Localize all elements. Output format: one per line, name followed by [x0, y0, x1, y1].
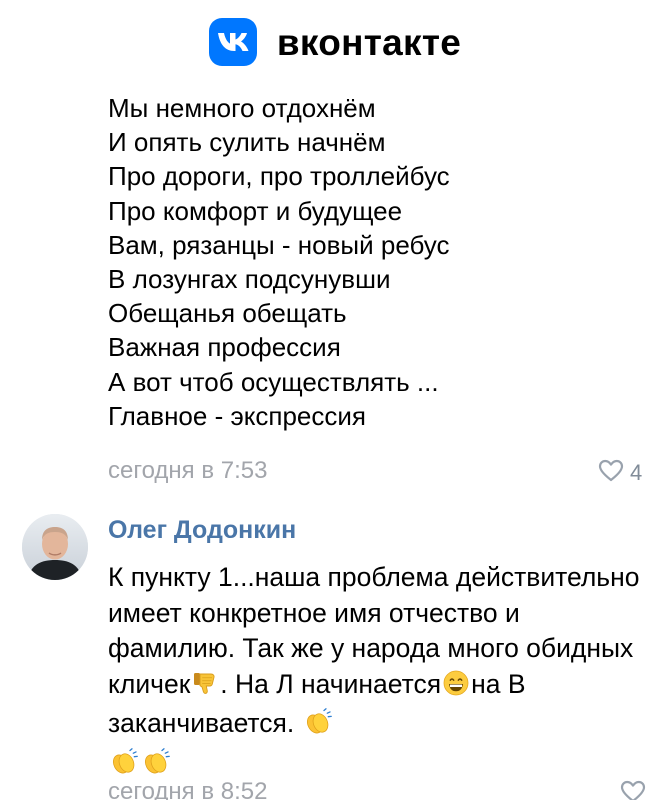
- heart-icon: [598, 459, 624, 487]
- heart-icon: [620, 780, 646, 800]
- thumbs-down-icon: [191, 669, 219, 707]
- comment-line: И опять сулить начнём: [108, 127, 386, 158]
- comment-line: Важная профессия: [108, 332, 341, 363]
- comment-line: Про комфорт и будущее: [108, 195, 403, 226]
- comment-line: А вот чтоб осуществлять ...: [108, 366, 439, 397]
- like-button[interactable]: [620, 780, 646, 800]
- comment-timestamp[interactable]: сегодня в 8:52: [108, 778, 267, 800]
- comment-line: Вам, рязанцы - новый ребус: [108, 229, 450, 260]
- comment-author-link[interactable]: Олег Додонкин: [108, 516, 296, 545]
- comment-line: В лозунгах подсунувши: [108, 264, 391, 295]
- comment-text: К пункту 1...наша проблема действительно…: [108, 560, 653, 785]
- clapping-hands-icon: [303, 708, 333, 746]
- comment-line: Про дороги, про троллейбус: [108, 161, 450, 192]
- comment-text-part: . На Л начинается: [220, 668, 442, 699]
- brand-name: вконтакте: [276, 21, 462, 63]
- header: вконтакте: [0, 12, 670, 72]
- like-button[interactable]: 4: [598, 459, 643, 487]
- comment-line: Мы немного отдохнём: [108, 93, 376, 123]
- like-count: 4: [630, 460, 643, 485]
- grinning-face-icon: [442, 669, 470, 707]
- comment-text: Мы немного отдохнём И опять сулить начнё…: [108, 91, 648, 433]
- vk-logo-icon[interactable]: [208, 18, 257, 66]
- comment-line: Главное - экспрессия: [108, 400, 366, 431]
- comment-timestamp[interactable]: сегодня в 7:53: [108, 457, 267, 485]
- avatar[interactable]: [22, 514, 88, 580]
- comment-line: Обещанья обещать: [108, 298, 347, 329]
